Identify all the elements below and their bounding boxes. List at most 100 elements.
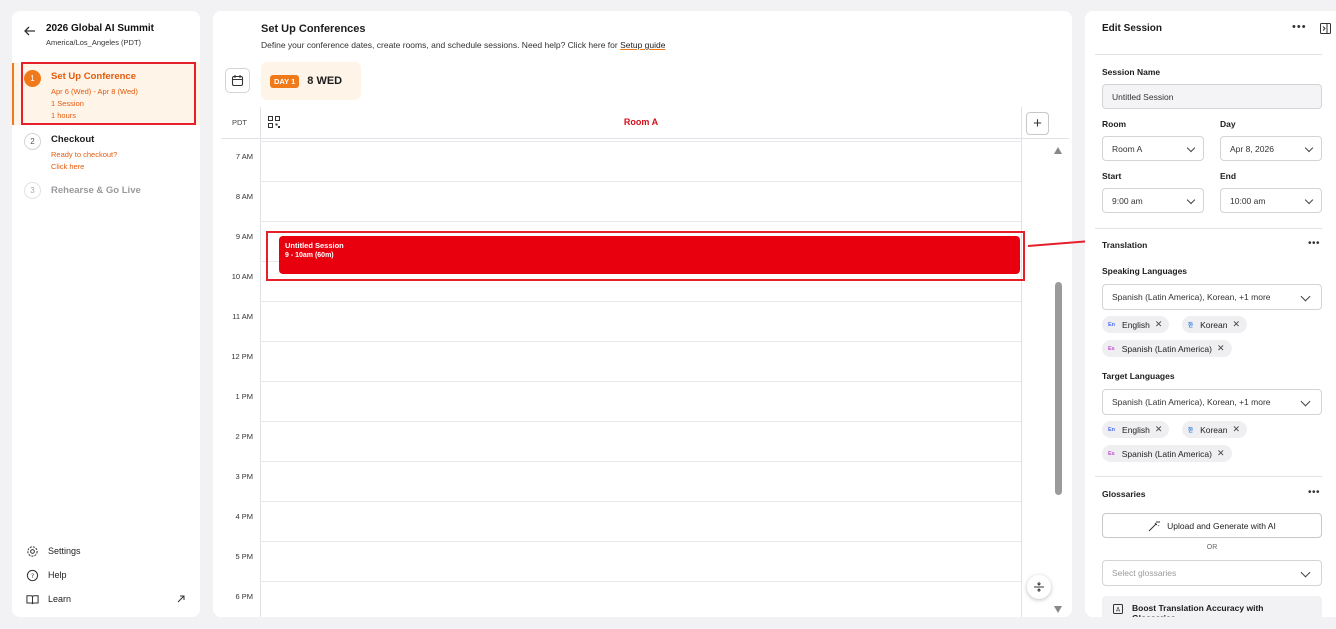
speaking-languages-value: Spanish (Latin America), Korean, +1 more [1112, 292, 1271, 302]
glossaries-more-icon[interactable]: ••• [1308, 487, 1320, 498]
hour-label: 11 AM [232, 312, 253, 321]
remove-chip-icon[interactable]: ✕ [1217, 448, 1225, 459]
hour-gridline [261, 461, 1021, 462]
day-label: Day [1220, 119, 1236, 129]
help-link[interactable]: ? Help [26, 568, 196, 582]
day-tab[interactable]: DAY 1 8 WED [261, 62, 361, 100]
hour-gridline [261, 421, 1021, 422]
collapse-panel-icon[interactable] [1320, 23, 1331, 34]
remove-chip-icon[interactable]: ✕ [1217, 343, 1225, 354]
hour-gridline [261, 141, 1021, 142]
step-checkout[interactable]: 2 Checkout Ready to checkout? Click here [12, 132, 200, 172]
step-number: 2 [24, 133, 41, 150]
step-rehearse[interactable]: 3 Rehearse & Go Live [12, 182, 200, 200]
main-panel: Set Up Conferences Define your conferenc… [213, 11, 1072, 617]
hour-label: 3 PM [235, 472, 253, 481]
translation-more-icon[interactable]: ••• [1308, 238, 1320, 249]
language-chip: En English ✕ [1102, 316, 1170, 333]
room-column-header[interactable]: Room A [601, 117, 681, 127]
translation-title: Translation [1102, 240, 1148, 250]
speaking-languages-select[interactable]: Spanish (Latin America), Korean, +1 more [1102, 284, 1322, 310]
room-label: Room [1102, 119, 1127, 129]
language-label: English [1122, 319, 1150, 330]
boost-accuracy-card[interactable]: A Boost Translation Accuracy with Glossa… [1102, 596, 1322, 617]
language-icon: En [1108, 321, 1116, 328]
language-icon: 한 [1188, 427, 1194, 434]
room-column-divider [1021, 107, 1022, 617]
hour-label: 5 PM [235, 552, 253, 561]
remove-chip-icon[interactable]: ✕ [1232, 319, 1240, 330]
language-chip: 한 Korean ✕ [1182, 316, 1248, 333]
day-select-value: Apr 8, 2026 [1230, 143, 1274, 154]
scroll-up-arrow[interactable] [1054, 147, 1062, 154]
timezone-label: PDT [232, 118, 247, 127]
chevron-down-icon [1304, 143, 1314, 153]
language-icon: 한 [1188, 322, 1194, 329]
boost-accuracy-text: Boost Translation Accuracy with Glossari… [1132, 603, 1264, 617]
hour-gridline [261, 341, 1021, 342]
qr-code-icon[interactable] [268, 116, 280, 128]
language-chip: 한 Korean ✕ [1182, 421, 1248, 438]
language-label: Spanish (Latin America) [1121, 343, 1212, 354]
day-name: 8 WED [307, 75, 343, 87]
glossaries-select[interactable]: Select glossaries [1102, 560, 1322, 586]
chevron-down-icon [1304, 195, 1314, 205]
hour-label: 10 AM [231, 272, 253, 281]
day-select[interactable]: Apr 8, 2026 [1220, 136, 1322, 161]
language-icon: En [1108, 426, 1116, 433]
scroll-thumb[interactable] [1055, 282, 1062, 495]
language-chip: Es Spanish (Latin America) ✕ [1102, 445, 1232, 462]
glossary-icon: A [1113, 604, 1123, 614]
start-time-select[interactable]: 9:00 am [1102, 188, 1204, 213]
language-label: Korean [1200, 424, 1228, 435]
magic-wand-icon [1148, 520, 1161, 531]
description-text: Define your conference dates, create roo… [261, 40, 618, 50]
scroll-down-arrow[interactable] [1054, 606, 1062, 613]
divider [1095, 228, 1322, 229]
hour-label: 9 AM [235, 232, 253, 241]
scrollbar[interactable] [1054, 147, 1063, 613]
checkout-link[interactable]: Click here [51, 162, 84, 171]
learn-link[interactable]: Learn [26, 592, 196, 606]
remove-chip-icon[interactable]: ✕ [1155, 319, 1163, 330]
chevron-down-icon [1300, 567, 1311, 578]
hour-label: 12 PM [231, 352, 253, 361]
chevron-down-icon [1186, 143, 1196, 153]
calendar-button[interactable] [225, 68, 250, 93]
step-number: 3 [24, 182, 41, 199]
more-options-icon[interactable]: ••• [1292, 21, 1307, 33]
step-label: Rehearse & Go Live [51, 185, 141, 196]
language-icon: Es [1108, 450, 1115, 457]
hour-gridline [261, 221, 1021, 222]
divider [1095, 54, 1322, 55]
step-sub: Ready to checkout? [51, 150, 118, 159]
external-link-icon [177, 595, 185, 603]
remove-chip-icon[interactable]: ✕ [1232, 424, 1240, 435]
event-timezone: America/Los_Angeles (PDT) [46, 38, 142, 47]
add-room-button[interactable]: + [1026, 112, 1049, 135]
back-arrow-icon[interactable] [23, 24, 37, 38]
svg-text:A: A [1116, 607, 1121, 614]
or-separator: OR [1206, 544, 1218, 551]
collapse-view-button[interactable] [1027, 575, 1051, 599]
upload-generate-button[interactable]: Upload and Generate with AI [1102, 513, 1322, 538]
end-time-select[interactable]: 10:00 am [1220, 188, 1322, 213]
glossaries-title: Glossaries [1102, 489, 1146, 499]
session-name-input[interactable]: Untitled Session [1102, 84, 1322, 109]
hour-label: 8 AM [235, 192, 253, 201]
hour-gridline [261, 381, 1021, 382]
remove-chip-icon[interactable]: ✕ [1155, 424, 1163, 435]
settings-link[interactable]: Settings [26, 544, 196, 558]
calendar-icon [231, 75, 244, 87]
hour-label: 1 PM [235, 392, 253, 401]
target-languages-select[interactable]: Spanish (Latin America), Korean, +1 more [1102, 389, 1322, 415]
chevron-down-icon [1300, 396, 1311, 407]
chevron-down-icon [1300, 291, 1311, 302]
setup-guide-link[interactable]: Setup guide [620, 40, 665, 50]
room-select[interactable]: Room A [1102, 136, 1204, 161]
language-label: Spanish (Latin America) [1121, 448, 1212, 459]
target-languages-label: Target Languages [1102, 371, 1175, 381]
speaking-languages-label: Speaking Languages [1102, 266, 1188, 276]
annotation-highlight-session [266, 231, 1025, 281]
page-description: Define your conference dates, create roo… [261, 40, 665, 50]
